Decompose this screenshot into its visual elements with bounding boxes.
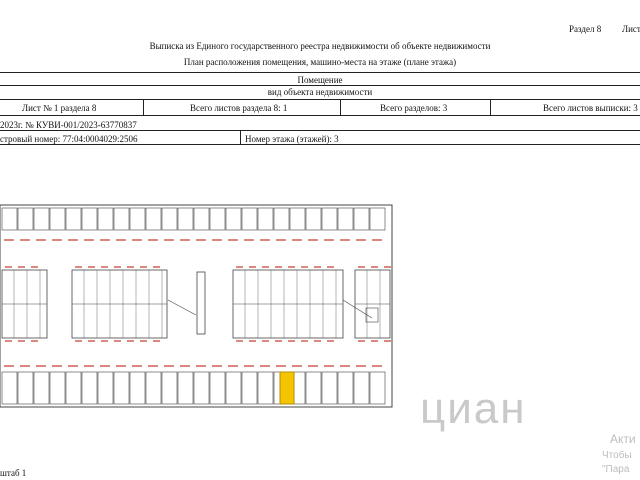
parking-stall <box>145 371 162 405</box>
highlighted-parking-space <box>279 371 295 405</box>
parking-stall <box>353 371 370 405</box>
activation-line: Чтобы <box>602 450 632 461</box>
parking-stall <box>257 207 274 231</box>
sheet-divider <box>490 99 491 115</box>
parking-stall <box>65 371 82 405</box>
parking-stall <box>17 207 34 231</box>
floor-plan <box>0 204 393 408</box>
sheet-divider <box>340 99 341 115</box>
parking-stall <box>337 207 354 231</box>
activation-title: Акти <box>610 432 636 446</box>
parking-stall <box>1 207 18 231</box>
parking-stall <box>33 207 50 231</box>
scale-label: штаб 1 <box>0 468 27 478</box>
parking-stall <box>273 207 290 231</box>
parking-stall <box>161 207 178 231</box>
parking-stall <box>225 371 242 405</box>
record-rule <box>0 144 640 145</box>
parking-stall <box>161 371 178 405</box>
parking-stall <box>225 207 242 231</box>
sheet-label: Лист <box>622 24 640 34</box>
parking-stall <box>209 371 226 405</box>
floor-number: Номер этажа (этажей): 3 <box>245 134 339 144</box>
sheet-number: Лист № 1 раздела 8 <box>22 103 97 113</box>
parking-stall <box>193 207 210 231</box>
parking-stall <box>177 207 194 231</box>
ref-rule <box>0 130 640 131</box>
object-type-caption: вид объекта недвижимости <box>267 87 373 97</box>
parking-stall <box>257 371 274 405</box>
parking-stall <box>145 207 162 231</box>
stair <box>365 307 379 323</box>
parking-stall <box>113 371 130 405</box>
table-top-border <box>0 72 640 73</box>
parking-stall <box>81 371 98 405</box>
parking-stall <box>1 371 18 405</box>
parking-stall <box>97 371 114 405</box>
extract-title: Выписка из Единого государственного реес… <box>149 41 491 51</box>
parking-stall <box>65 207 82 231</box>
parking-stall <box>129 207 146 231</box>
parking-stall <box>321 371 338 405</box>
extract-reference: 2023г. № КУВИ-001/2023-63770837 <box>0 120 137 130</box>
parking-stall <box>113 207 130 231</box>
parking-stall <box>321 207 338 231</box>
watermark-text: циан <box>420 384 527 433</box>
extract-sheet-total: Всего листов выписки: 3 <box>543 103 638 113</box>
parking-stall <box>241 371 258 405</box>
parking-stall <box>369 207 386 231</box>
parking-stall <box>369 371 386 405</box>
parking-stall <box>97 207 114 231</box>
parking-stall <box>289 207 306 231</box>
parking-stall <box>337 371 354 405</box>
section-label: Раздел 8 <box>569 24 602 34</box>
parking-stall <box>177 371 194 405</box>
outer-wall <box>0 204 393 408</box>
sheets-rule <box>0 115 640 116</box>
ramp-arrow <box>167 299 197 316</box>
parking-stall <box>305 371 322 405</box>
object-type-rule <box>0 85 640 86</box>
ramp <box>196 271 206 335</box>
parking-stall <box>49 371 66 405</box>
activation-line: "Пара <box>602 464 630 475</box>
ramp-arrow <box>342 299 373 319</box>
parking-stall <box>193 371 210 405</box>
sections-total: Всего разделов: 3 <box>380 103 448 113</box>
parking-stall <box>81 207 98 231</box>
parking-stall <box>33 371 50 405</box>
object-type: Помещение <box>297 75 343 85</box>
section-sheet-total: Всего листов раздела 8: 1 <box>190 103 288 113</box>
parking-stall <box>49 207 66 231</box>
record-divider <box>240 130 241 144</box>
parking-stall <box>241 207 258 231</box>
parking-stall <box>129 371 146 405</box>
parking-stall <box>17 371 34 405</box>
parking-stall <box>209 207 226 231</box>
plan-title: План расположения помещения, машино-мест… <box>183 57 457 67</box>
sheet-divider <box>143 99 144 115</box>
parking-stall <box>353 207 370 231</box>
parking-stall <box>305 207 322 231</box>
caption-rule <box>0 99 640 100</box>
cadastral-number: стровый номер: 77:04:0004029:2506 <box>0 134 138 144</box>
